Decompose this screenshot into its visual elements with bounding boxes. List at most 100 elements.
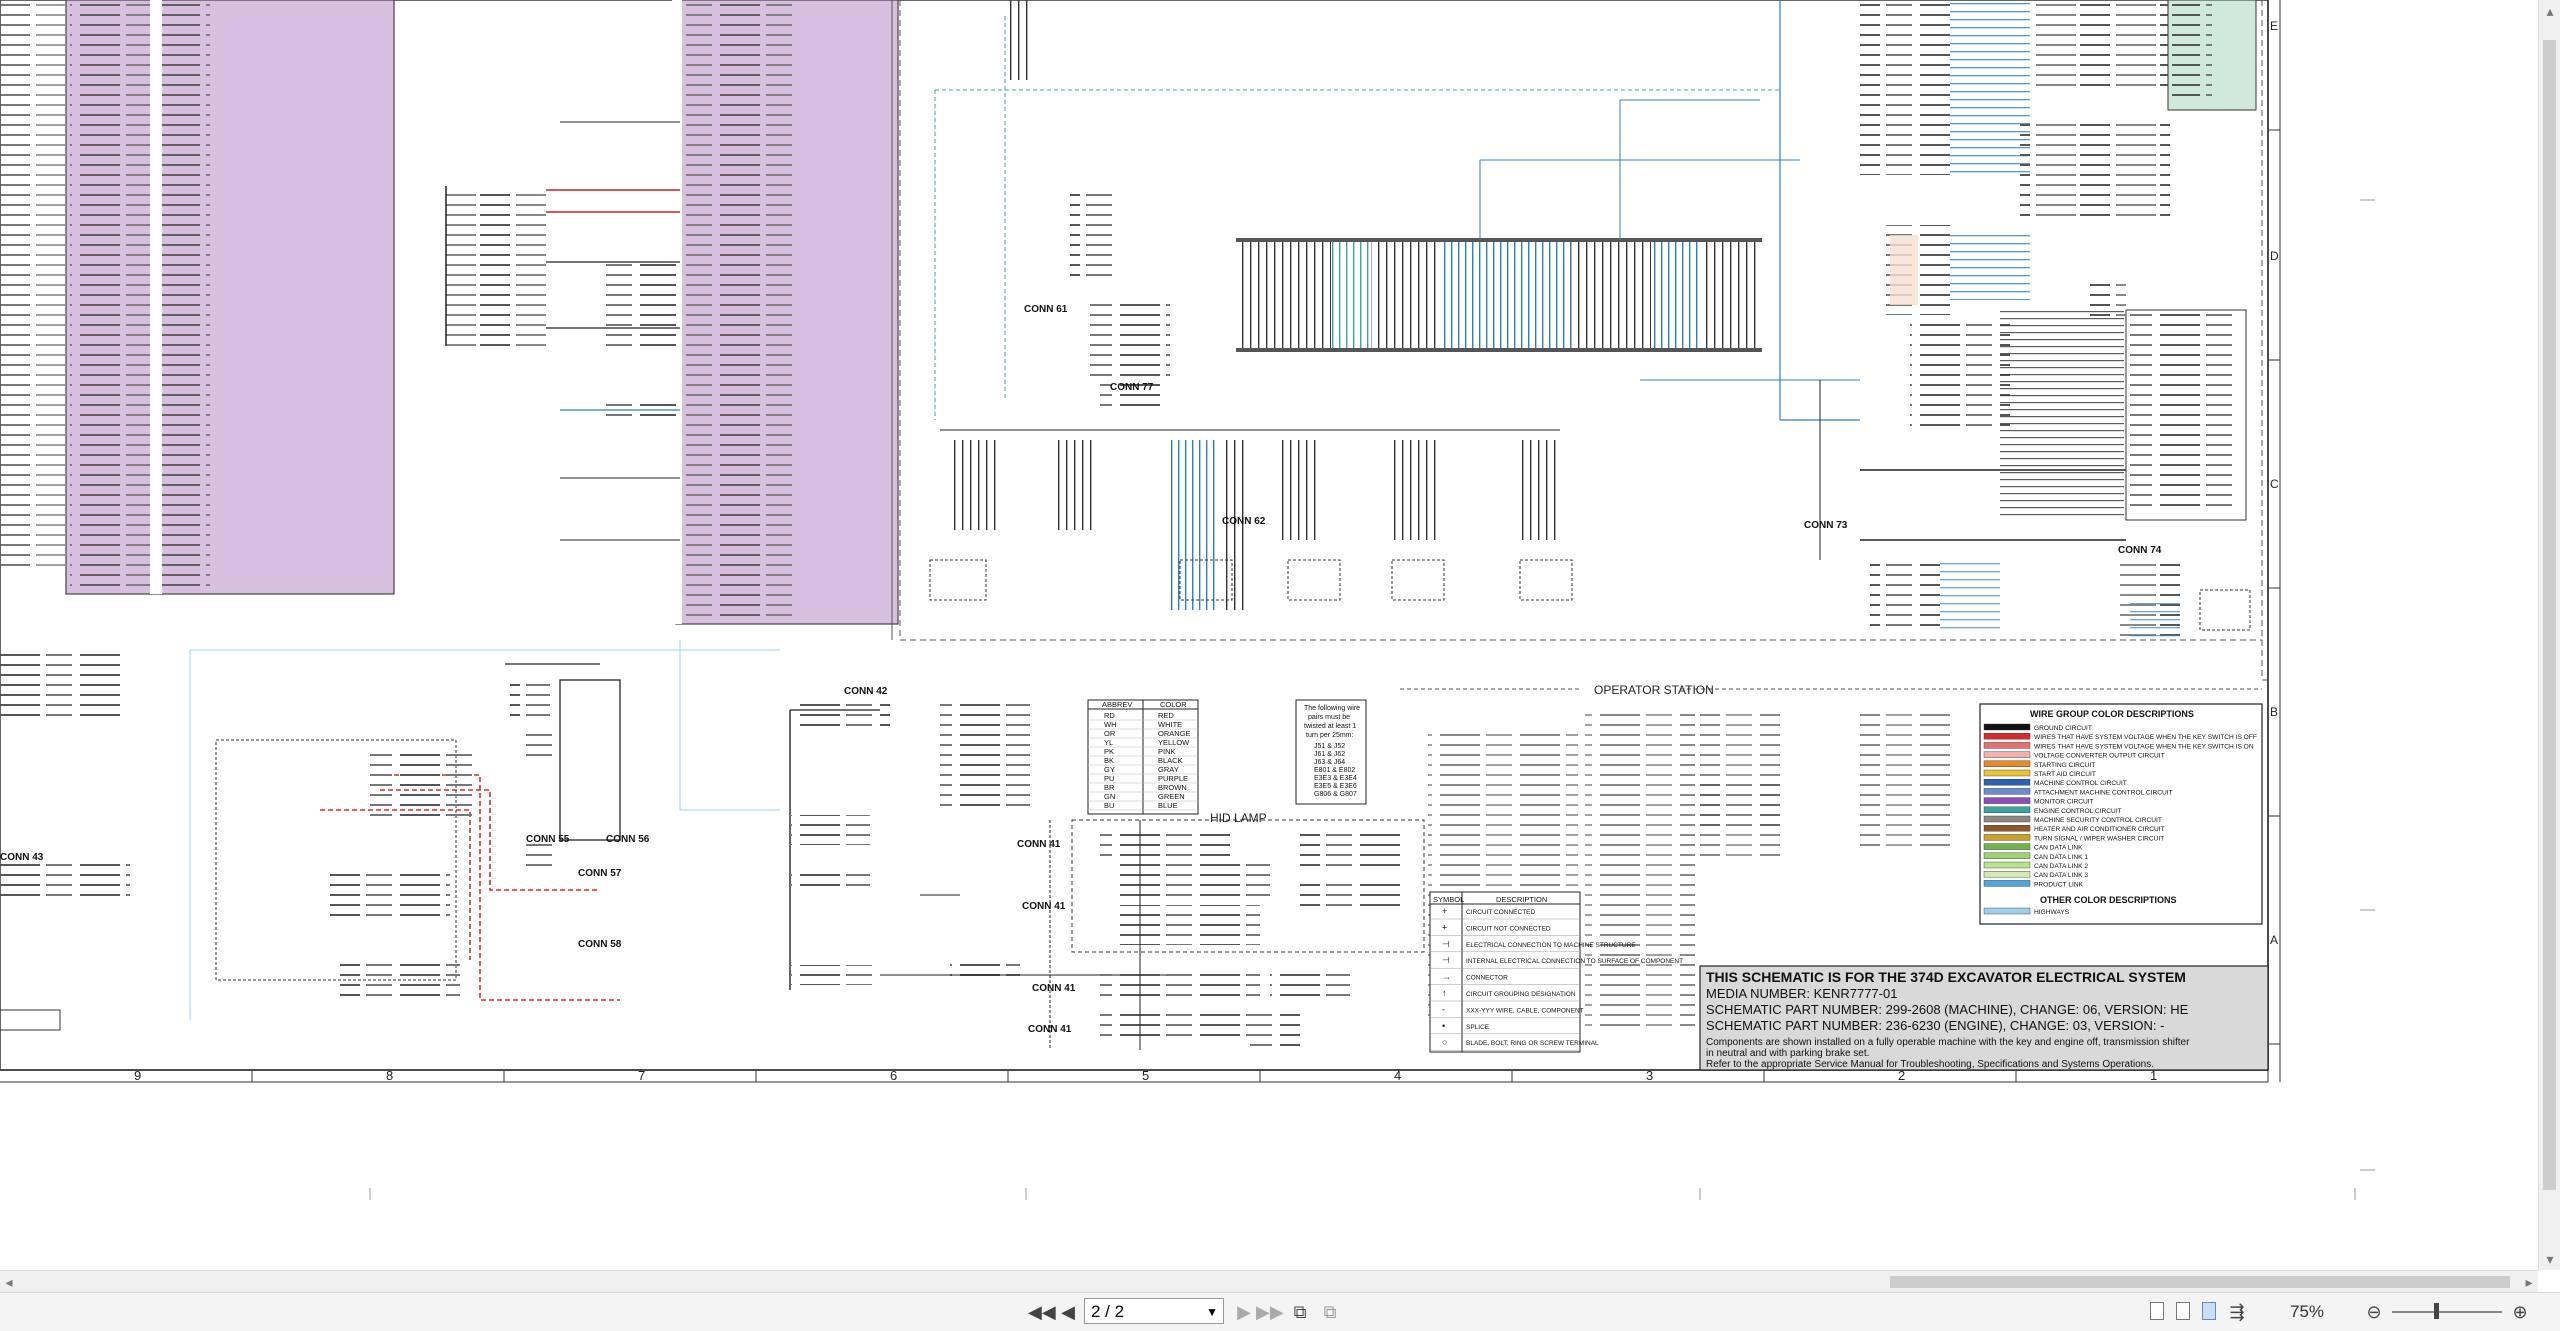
connector-stack-middle (445, 121, 680, 541)
first-page-icon[interactable]: ◀◀ (1028, 1300, 1056, 1324)
color-cell: GREEN (1158, 792, 1185, 801)
symbol-desc: CIRCUIT NOT CONNECTED (1466, 925, 1551, 932)
other-color-label: HIGHWAYS (2034, 909, 2070, 916)
next-page-icon[interactable]: ▶ (1234, 1300, 1254, 1324)
symbol-glyph: • (1442, 1021, 1445, 1031)
color-cell: GRAY (1158, 765, 1179, 774)
wire-color-swatch (1983, 769, 2031, 777)
zone-number: 7 (638, 1068, 645, 1083)
wire-color-swatch (1983, 797, 2031, 804)
symbol-desc: CONNECTOR (1466, 975, 1508, 982)
single-page-view-icon[interactable] (2150, 1302, 2164, 1320)
two-page-view-icon[interactable] (2202, 1302, 2216, 1320)
conn-61-label: CONN 61 (1024, 304, 1068, 315)
color-cell: PURPLE (1158, 774, 1188, 783)
wire-color-swatch (1983, 723, 2031, 731)
zoom-slider-handle[interactable] (2434, 1303, 2439, 1319)
chevron-down-icon[interactable]: ▼ (1206, 1299, 1218, 1325)
wire-color-swatch (1983, 852, 2031, 859)
color-abbrev-table: ABBREV COLOR RD RED WH WHITE OR ORANGE YL YELLO… (1087, 699, 1199, 815)
conn-41-label-b: CONN 41 (1022, 901, 1066, 912)
wire-color-swatch (1983, 751, 2031, 758)
horizontal-scroll-thumb[interactable] (1890, 1276, 2510, 1288)
conn-41-label-c: CONN 41 (1032, 983, 1076, 994)
abbrev-cell: RD (1104, 711, 1115, 720)
abbrev-cell: BU (1104, 801, 1114, 810)
two-page-continuous-icon[interactable]: ⇶ (2226, 1300, 2248, 1324)
scroll-left-arrow[interactable]: ◂ (0, 1271, 18, 1293)
electrical-schematic: OPERATOR STATION HID LAMP CONN 61 CONN 7… (0, 0, 2375, 1200)
conn-58-label: CONN 58 (578, 939, 622, 950)
previous-page-icon[interactable]: ◀ (1058, 1300, 1078, 1324)
main-harness (1236, 99, 1800, 352)
zoom-in-icon[interactable]: ⊕ (2510, 1300, 2530, 1324)
title-line4: SCHEMATIC PART NUMBER: 236-6230 (ENGINE)… (1706, 1018, 2164, 1033)
page-number-value: 2 / 2 (1091, 1302, 1125, 1321)
symbol-desc: CIRCUIT CONNECTED (1466, 909, 1536, 916)
title-line2: MEDIA NUMBER: KENR7777-01 (1706, 986, 1897, 1001)
abbrev-cell: PU (1104, 774, 1114, 783)
title-line3: SCHEMATIC PART NUMBER: 299-2608 (MACHINE… (1706, 1002, 2189, 1017)
wire-group-label: CAN DATA LINK (2034, 845, 2083, 852)
symbol-desc: XXX-YYY WIRE, CABLE, COMPONENT (1466, 1007, 1584, 1014)
zone-number: 4 (1394, 1068, 1401, 1083)
zone-number: 1 (2150, 1068, 2157, 1083)
desc-header: DESCRIPTION (1496, 895, 1547, 904)
refuel-circuits (0, 640, 780, 1031)
horizontal-scrollbar[interactable]: ◂ ▸ (0, 1270, 2538, 1293)
wire-color-swatch (1983, 779, 2031, 786)
color-cell: BROWN (1158, 783, 1187, 792)
twist-pair: J61 & J62 (1314, 751, 1345, 758)
color-header: COLOR (1160, 700, 1187, 709)
other-color-title: OTHER COLOR DESCRIPTIONS (2040, 895, 2177, 905)
abbrev-cell: OR (1104, 729, 1116, 738)
abbrev-header: ABBREV (1102, 700, 1132, 709)
zoom-slider[interactable] (2392, 1311, 2502, 1313)
twist-line3: twisted at least 1 (1304, 723, 1356, 730)
scroll-down-arrow[interactable]: ▾ (2541, 1248, 2559, 1270)
viewer-toolbar: ◀◀ ◀ 2 / 2 ▼ ▶ ▶▶ ⧉ ⧉ ⇶ 75% ⊖ ⊕ (0, 1292, 2560, 1331)
fit-page-icon[interactable]: ⧉ (1288, 1300, 1312, 1324)
symbol-glyph: → (1442, 972, 1451, 982)
document-viewport[interactable]: OPERATOR STATION HID LAMP CONN 61 CONN 7… (0, 0, 2538, 1270)
fit-width-icon[interactable]: ⧉ (1318, 1300, 1342, 1324)
zoom-out-icon[interactable]: ⊖ (2364, 1300, 2384, 1324)
symbol-glyph: ⊣ (1442, 955, 1450, 965)
wire-color-swatch (1983, 788, 2031, 795)
twist-pair: J63 & J64 (1314, 759, 1345, 766)
title-line6: in neutral and with parking brake set. (1706, 1048, 1869, 1059)
continuous-view-icon[interactable] (2176, 1302, 2190, 1320)
wire-group-label: CAN DATA LINK 3 (2034, 872, 2088, 879)
page-number-field[interactable]: 2 / 2 ▼ (1084, 1298, 1224, 1324)
symbol-desc: BLADE, BOLT, RING OR SCREW TERMINAL (1466, 1040, 1599, 1047)
scroll-right-arrow[interactable]: ▸ (2520, 1271, 2538, 1293)
conn-55-label: CONN 55 (526, 834, 570, 845)
twist-pair: E3E5 & E3E6 (1314, 783, 1357, 790)
abbrev-cell: PK (1104, 747, 1114, 756)
symbol-glyph: ○ (1442, 1037, 1447, 1047)
zone-letter: D (2270, 249, 2279, 263)
conn-74-label: CONN 74 (2118, 545, 2162, 556)
conn-43-label: CONN 43 (0, 852, 44, 863)
wire-group-label: MONITOR CIRCUIT (2034, 799, 2094, 806)
hid-lamp-label: HID LAMP (1210, 811, 1267, 825)
conn-57-label: CONN 57 (578, 868, 622, 879)
scroll-up-arrow[interactable]: ▴ (2541, 0, 2559, 22)
conn-41-label-d: CONN 41 (1028, 1024, 1072, 1035)
wire-color-swatch (1983, 861, 2031, 869)
wire-group-label: PRODUCT LINK (2034, 881, 2084, 888)
twist-pair: E801 & E802 (1314, 767, 1355, 774)
sockets-group (1070, 190, 1170, 410)
symbol-desc: ELECTRICAL CONNECTION TO MACHINE STRUCTU… (1466, 942, 1636, 949)
wire-color-swatch (1983, 825, 2031, 832)
wire-group-label: ATTACHMENT MACHINE CONTROL CIRCUIT (2034, 789, 2173, 796)
zoom-level: 75% (2290, 1302, 2325, 1321)
symbol-glyph: + (1442, 922, 1447, 932)
last-page-icon[interactable]: ▶▶ (1256, 1300, 1284, 1324)
wire-group-label: START AID CIRCUIT (2034, 771, 2096, 778)
vertical-scrollbar[interactable]: ▴ ▾ (2538, 0, 2560, 1270)
color-cell: WHITE (1158, 720, 1182, 729)
wire-group-label: TURN SIGNAL / WIPER WASHER CIRCUIT (2034, 835, 2164, 842)
wire-group-label: MACHINE CONTROL CIRCUIT (2034, 780, 2127, 787)
vertical-scroll-thumb[interactable] (2543, 40, 2556, 1190)
